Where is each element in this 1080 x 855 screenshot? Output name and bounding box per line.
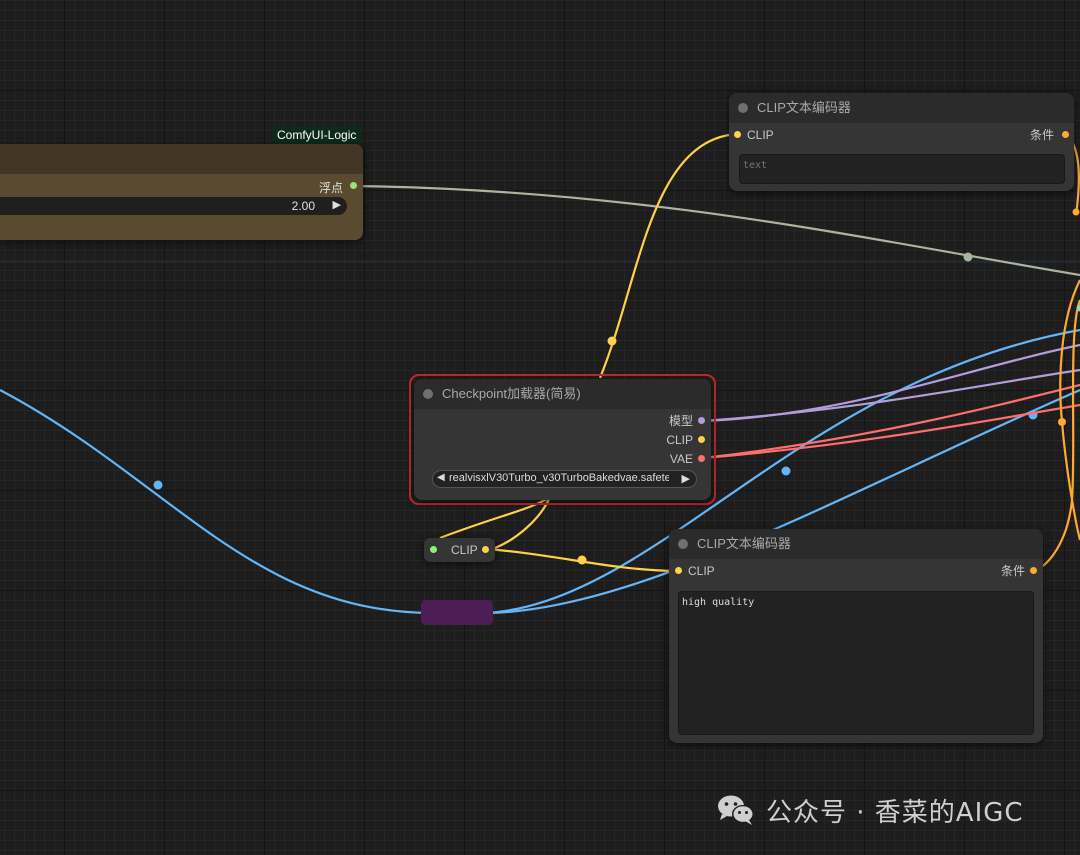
- text-placeholder: text: [743, 160, 768, 171]
- conditioning-output-dot[interactable]: [1062, 131, 1069, 138]
- purple-reroute-node[interactable]: [421, 600, 493, 625]
- watermark: 公众号 · 香菜的AIGC: [716, 790, 1024, 830]
- conditioning-wire-vertical-2[interactable]: [1060, 421, 1080, 541]
- vae-output-label: VAE: [669, 452, 693, 466]
- ckpt-next-arrow-icon[interactable]: ▶: [682, 472, 690, 485]
- collapse-dot-icon[interactable]: [423, 389, 433, 399]
- float-value-widget[interactable]: 2.00 ▶: [0, 197, 347, 215]
- blue-wire-right-1-midpoint[interactable]: [781, 466, 791, 476]
- clip-encoder-top-title: CLIP文本编码器: [757, 100, 851, 115]
- clip-encoder-bottom-textarea[interactable]: high quality: [678, 591, 1034, 735]
- float-wire-midpoint[interactable]: [963, 252, 973, 262]
- float-output-label: 浮点: [318, 181, 343, 195]
- clip-wire-top-midpoint[interactable]: [607, 336, 617, 346]
- conditioning-wire-top-midpoint[interactable]: [1072, 208, 1080, 216]
- ckpt-name-value: realvisxlV30Turbo_v30TurboBakedvae.safet…: [449, 472, 669, 484]
- clip-encoder-bottom-node[interactable]: CLIP文本编码器 CLIP 条件 high quality: [669, 529, 1043, 743]
- logic-float-node[interactable]: 浮点 2.00 ▶: [0, 144, 363, 240]
- prompt-text: high quality: [682, 597, 755, 608]
- checkpoint-loader-node[interactable]: Checkpoint加载器(简易) 模型 CLIP VAE ◀ realvisx…: [414, 379, 711, 500]
- model-wire-1[interactable]: [702, 343, 1080, 423]
- clip-wire-top[interactable]: [598, 132, 738, 379]
- logic-badge: ComfyUI-Logic: [272, 126, 362, 144]
- float-value: 2.00: [291, 199, 315, 213]
- model-output-label: 模型: [668, 414, 693, 428]
- clip-reroute-label: CLIP: [451, 543, 478, 557]
- clip-encoder-top-node[interactable]: CLIP文本编码器 CLIP 条件 text: [729, 93, 1074, 191]
- conditioning-output-dot[interactable]: [1030, 567, 1037, 574]
- conditioning-wire-bottom[interactable]: [1033, 299, 1080, 573]
- clip-input-label: CLIP: [747, 128, 774, 142]
- collapse-dot-icon[interactable]: [678, 539, 688, 549]
- conditioning-output-label: 条件: [1029, 128, 1054, 142]
- blue-wire-left-midpoint[interactable]: [153, 480, 163, 490]
- vae-wire-1[interactable]: [702, 383, 1080, 460]
- clip-input-dot[interactable]: [675, 567, 682, 574]
- clip-encoder-top-textarea[interactable]: text: [739, 154, 1065, 184]
- vae-output-dot[interactable]: [698, 455, 705, 462]
- clip-encoder-top-title-bar[interactable]: CLIP文本编码器: [729, 93, 1074, 123]
- increment-arrow-icon[interactable]: ▶: [333, 198, 341, 211]
- conditioning-output-label: 条件: [1000, 564, 1025, 578]
- clip-encoder-bottom-title-bar[interactable]: CLIP文本编码器: [669, 529, 1043, 559]
- model-output-dot[interactable]: [698, 417, 705, 424]
- checkpoint-loader-title: Checkpoint加载器(简易): [442, 386, 581, 401]
- collapse-dot-icon[interactable]: [738, 103, 748, 113]
- logic-node-title-bar[interactable]: [0, 144, 363, 174]
- checkpoint-loader-title-bar[interactable]: Checkpoint加载器(简易): [414, 379, 711, 409]
- clip-reroute-input-dot[interactable]: [430, 546, 437, 553]
- wechat-icon: [716, 793, 758, 827]
- clip-output-dot[interactable]: [698, 436, 705, 443]
- clip-output-label: CLIP: [666, 433, 693, 447]
- ckpt-prev-arrow-icon[interactable]: ◀: [437, 472, 445, 483]
- clip-wire-bottom-midpoint[interactable]: [577, 555, 587, 565]
- blue-wire-left[interactable]: [0, 389, 429, 615]
- clip-input-dot[interactable]: [734, 131, 741, 138]
- ckpt-name-selector[interactable]: ◀ realvisxlV30Turbo_v30TurboBakedvae.saf…: [432, 470, 697, 488]
- conditioning-wire-vertical-1[interactable]: [1059, 279, 1080, 423]
- clip-encoder-bottom-title: CLIP文本编码器: [697, 536, 791, 551]
- clip-reroute-node[interactable]: CLIP: [424, 538, 495, 562]
- clip-input-label: CLIP: [688, 564, 715, 578]
- float-output-dot[interactable]: [350, 182, 357, 189]
- clip-reroute-output-dot[interactable]: [482, 546, 489, 553]
- watermark-text: 公众号 · 香菜的AIGC: [766, 797, 1024, 828]
